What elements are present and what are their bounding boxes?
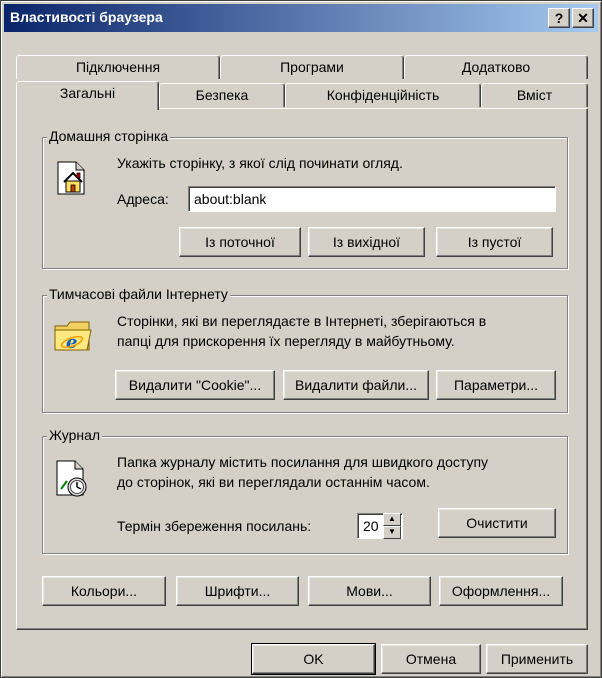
clear-history-button[interactable]: Очистити <box>438 508 556 538</box>
spin-up-icon[interactable]: ▲ <box>383 513 401 526</box>
title-bar[interactable]: Властивості браузера ? ✕ <box>4 4 598 32</box>
tab-privacy[interactable]: Конфіденційність <box>285 83 481 107</box>
home-page-group: Домашня сторінка Укажіть сторінку, з яко… <box>42 128 568 269</box>
tab-label: Конфіденційність <box>326 87 440 103</box>
address-input[interactable] <box>188 186 556 212</box>
tab-label: Загальні <box>59 85 116 101</box>
delete-cookies-button[interactable]: Видалити "Cookie"... <box>115 370 275 400</box>
spin-down-icon[interactable]: ▼ <box>383 526 401 539</box>
home-page-description: Укажіть сторінку, з якої слід починати о… <box>117 155 403 171</box>
home-page-legend: Домашня сторінка <box>47 128 171 144</box>
tab-security[interactable]: Безпека <box>159 83 285 107</box>
days-to-keep-label: Термін збереження посилань: <box>117 518 312 534</box>
temp-files-legend: Тимчасові файли Інтернету <box>47 286 230 302</box>
tab-label: Вміст <box>516 87 553 103</box>
tab-label: Програми <box>280 59 344 75</box>
use-current-button[interactable]: Із поточної <box>179 227 301 257</box>
temp-files-group: Тимчасові файли Інтернету e Сторінки, як… <box>42 286 568 413</box>
history-description-1: Папка журналу містить посилання для швид… <box>117 454 489 470</box>
cancel-button[interactable]: Отмена <box>381 644 481 674</box>
ok-button[interactable]: OK <box>251 643 376 675</box>
history-legend: Журнал <box>47 427 103 443</box>
apply-button[interactable]: Применить <box>486 644 588 674</box>
tab-content[interactable]: Вміст <box>481 83 588 107</box>
tab-label: Підключення <box>75 59 161 75</box>
days-spinner[interactable]: ▲ ▼ <box>383 513 401 539</box>
home-page-icon <box>57 161 85 195</box>
tab-programs[interactable]: Програми <box>220 55 404 79</box>
tab-general[interactable]: Загальні <box>16 81 159 110</box>
temp-files-description-1: Сторінки, які ви переглядаєте в Інтернет… <box>117 313 487 329</box>
help-button[interactable]: ? <box>548 8 570 28</box>
fonts-button[interactable]: Шрифти... <box>176 576 299 606</box>
delete-files-button[interactable]: Видалити файли... <box>283 370 429 400</box>
temp-files-description-2: папці для прискорення їх перегляду в май… <box>117 333 455 349</box>
history-group: Журнал Папка журналу містить посилання д… <box>42 427 568 554</box>
tab-advanced[interactable]: Додатково <box>404 55 588 79</box>
close-button[interactable]: ✕ <box>572 8 594 28</box>
tab-label: Додатково <box>461 59 531 75</box>
window-title: Властивості браузера <box>10 9 163 25</box>
languages-button[interactable]: Мови... <box>308 576 431 606</box>
history-icon <box>56 460 87 497</box>
ie-folder-icon: e <box>54 321 92 353</box>
tab-label: Безпека <box>195 87 249 103</box>
tab-connections[interactable]: Підключення <box>16 55 220 79</box>
temp-settings-button[interactable]: Параметри... <box>436 370 556 400</box>
colors-button[interactable]: Кольори... <box>42 576 166 606</box>
accessibility-button[interactable]: Оформлення... <box>439 576 563 606</box>
use-blank-button[interactable]: Із пустої <box>436 227 553 257</box>
internet-options-window: Властивості браузера ? ✕ Підключення Про… <box>0 0 602 678</box>
svg-text:e: e <box>66 332 77 353</box>
use-default-button[interactable]: Із вихідної <box>308 227 425 257</box>
address-label: Адреса: <box>117 191 169 207</box>
history-description-2: до сторінок, які ви переглядали останнім… <box>117 474 430 490</box>
